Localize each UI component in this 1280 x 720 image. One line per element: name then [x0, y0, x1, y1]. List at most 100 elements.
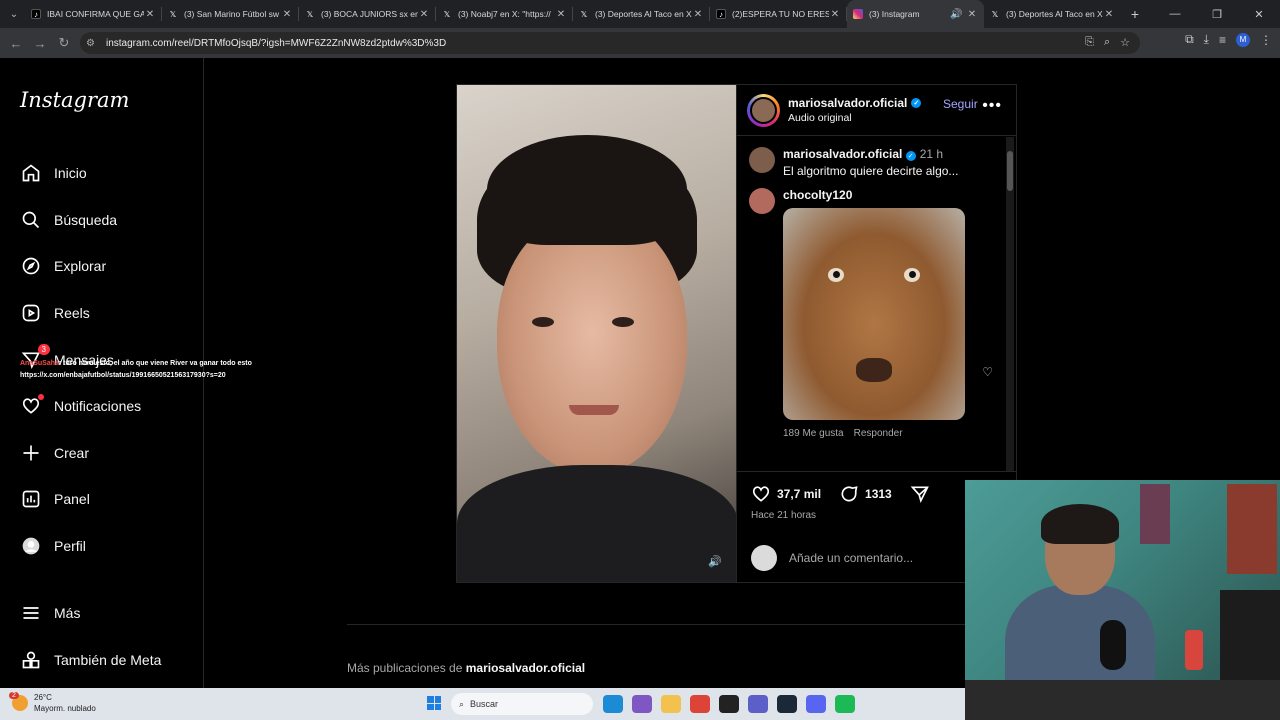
download-icon[interactable]: ⤓ — [1204, 32, 1209, 47]
zoom-icon[interactable]: ⌕ — [1104, 36, 1110, 49]
x-icon: 𝕏 — [306, 9, 314, 19]
nav-explore[interactable]: Explorar — [20, 243, 141, 290]
taskbar-search[interactable]: ⌕ Buscar — [451, 693, 593, 715]
forward-icon[interactable]: → — [28, 36, 52, 51]
instagram-logo[interactable]: Instagram — [20, 88, 129, 112]
nav-search[interactable]: Búsqueda — [20, 197, 141, 244]
windows-start-icon[interactable] — [427, 696, 441, 710]
close-window-icon[interactable]: ✕ — [1238, 0, 1280, 28]
comment-image[interactable] — [783, 208, 965, 420]
chrome-icon[interactable] — [690, 695, 710, 713]
copilot-icon[interactable] — [632, 695, 652, 713]
nav-dashboard[interactable]: Panel — [20, 476, 141, 523]
steam-icon[interactable] — [777, 695, 797, 713]
tiktok-icon[interactable] — [719, 695, 739, 713]
install-icon[interactable]: ⎘ — [1085, 36, 1094, 49]
likes-count[interactable]: 37,7 mil — [777, 487, 821, 501]
author-username[interactable]: mariosalvador.oficial ✓ — [788, 96, 922, 110]
teams-icon[interactable] — [748, 695, 768, 713]
x-icon: 𝕏 — [169, 9, 177, 19]
edge-icon[interactable] — [603, 695, 623, 713]
avatar[interactable] — [749, 188, 775, 214]
bookmark-star-icon[interactable]: ☆ — [1120, 36, 1130, 49]
spotify-icon[interactable] — [835, 695, 855, 713]
more-posts-prefix: Más publicaciones de — [347, 661, 466, 675]
comment-icon[interactable] — [839, 484, 859, 504]
comments-count[interactable]: 1313 — [865, 487, 892, 501]
tab-title: (3) Deportes Al Taco en X — [595, 9, 692, 19]
nav-meta[interactable]: También de Meta — [20, 637, 161, 684]
nav-label: Panel — [54, 491, 90, 508]
comment-author[interactable]: chocolty120 — [783, 188, 852, 202]
avatar[interactable] — [749, 147, 775, 173]
speaker-icon[interactable]: 🔊 — [708, 555, 722, 568]
x-icon: 𝕏 — [991, 9, 999, 19]
nav-profile[interactable]: Perfil — [20, 523, 141, 570]
close-icon[interactable]: ✕ — [1103, 9, 1115, 20]
close-icon[interactable]: ✕ — [281, 9, 293, 20]
tab-4[interactable]: 𝕏 (3) Deportes Al Taco en X ✕ — [573, 0, 710, 28]
tab-title: (3) Deportes Al Taco en X — [1006, 9, 1103, 19]
address-bar[interactable]: ⚙ instagram.com/reel/DRTMfoOjsqB/?igsh=M… — [80, 32, 1140, 54]
menu-dots-icon[interactable]: ⋮ — [1260, 33, 1272, 47]
comment-input[interactable]: Añade un comentario... — [789, 551, 913, 565]
nav-reels[interactable]: Reels — [20, 290, 141, 337]
profile-avatar[interactable]: M — [1236, 32, 1250, 47]
author-name[interactable]: mariosalvador.oficial — [788, 96, 907, 110]
reply-button[interactable]: Responder — [854, 428, 903, 439]
share-icon[interactable] — [910, 484, 930, 504]
file-explorer-icon[interactable] — [661, 695, 681, 713]
weather-widget[interactable]: 2 26°C Mayorm. nublado — [9, 692, 96, 714]
close-icon[interactable]: ✕ — [418, 9, 430, 20]
discord-icon[interactable] — [806, 695, 826, 713]
like-comment-heart-icon[interactable]: ♡ — [982, 365, 993, 379]
url-text[interactable]: instagram.com/reel/DRTMfoOjsqB/?igsh=MWF… — [106, 38, 446, 49]
comments-scrollbar[interactable] — [1006, 137, 1014, 471]
caption-author[interactable]: mariosalvador.oficial — [783, 147, 902, 161]
tab-1[interactable]: 𝕏 (3) San Marino Fútbol sw ✕ — [162, 0, 299, 28]
avatar — [751, 545, 777, 571]
comment-likes[interactable]: 189 Me gusta — [783, 428, 844, 439]
heart-icon — [20, 394, 44, 417]
nav-notifications[interactable]: Notificaciones — [20, 383, 141, 430]
restore-icon[interactable]: ❐ — [1196, 0, 1238, 28]
comments-list: mariosalvador.oficial ✓ 21 h El algoritmo… — [737, 137, 1007, 470]
speaker-icon[interactable]: 🔊 — [950, 9, 962, 20]
tab-strip: ⌄ ♪ IBAI CONFIRMA QUE GA ✕ 𝕏 (3) San Marino… — [0, 0, 1280, 28]
tab-5[interactable]: ♪ (2)ESPERA TU NO ERES M✕ — [710, 0, 847, 28]
nav-home[interactable]: Inicio — [20, 150, 141, 197]
back-icon[interactable]: ← — [4, 36, 28, 51]
tiktok-icon: ♪ — [31, 9, 41, 19]
minimize-icon[interactable]: — — [1154, 0, 1196, 28]
close-icon[interactable]: ✕ — [555, 9, 567, 20]
follow-button[interactable]: Seguir — [943, 97, 978, 111]
new-tab-button[interactable]: + — [1125, 6, 1145, 22]
like-heart-icon[interactable] — [751, 484, 771, 504]
tab-6[interactable]: (3) Instagram 🔊 ✕ — [847, 0, 984, 28]
wall-poster — [1227, 484, 1277, 574]
tab-title: IBAI CONFIRMA QUE GA — [47, 9, 144, 19]
close-icon[interactable]: ✕ — [692, 9, 704, 20]
caption-time: 21 h — [919, 147, 944, 161]
extensions-icon[interactable]: ⧉ — [1185, 32, 1194, 47]
tab-2[interactable]: 𝕏 (3) BOCA JUNIORS sx en ✕ — [299, 0, 436, 28]
comment-item: chocolty120 189 Me gusta Responder — [737, 178, 1007, 439]
nav-more[interactable]: Más — [20, 590, 161, 637]
more-options-icon[interactable]: ••• — [982, 97, 1002, 115]
nav-create[interactable]: Crear — [20, 430, 141, 477]
close-icon[interactable]: ✕ — [966, 9, 978, 20]
tab-0[interactable]: ♪ IBAI CONFIRMA QUE GA ✕ — [25, 0, 162, 28]
site-info-icon[interactable]: ⚙ — [86, 38, 100, 49]
chat-username: AnaSuSaha — [20, 360, 59, 367]
reload-icon[interactable]: ↻ — [52, 35, 76, 51]
author-avatar[interactable] — [747, 93, 780, 127]
tab-7[interactable]: 𝕏 (3) Deportes Al Taco en X ✕ — [984, 0, 1121, 28]
close-icon[interactable]: ✕ — [829, 9, 841, 20]
tab-3[interactable]: 𝕏 (3) Noabj7 en X: "https:// ✕ — [436, 0, 573, 28]
close-icon[interactable]: ✕ — [144, 9, 156, 20]
audio-label[interactable]: Audio original — [788, 112, 921, 124]
tab-search-icon[interactable]: ⌄ — [3, 3, 25, 25]
more-posts-author[interactable]: mariosalvador.oficial — [466, 661, 585, 675]
reel-video[interactable]: 🔊 — [456, 84, 737, 583]
media-icon[interactable]: ≡ — [1219, 33, 1226, 47]
